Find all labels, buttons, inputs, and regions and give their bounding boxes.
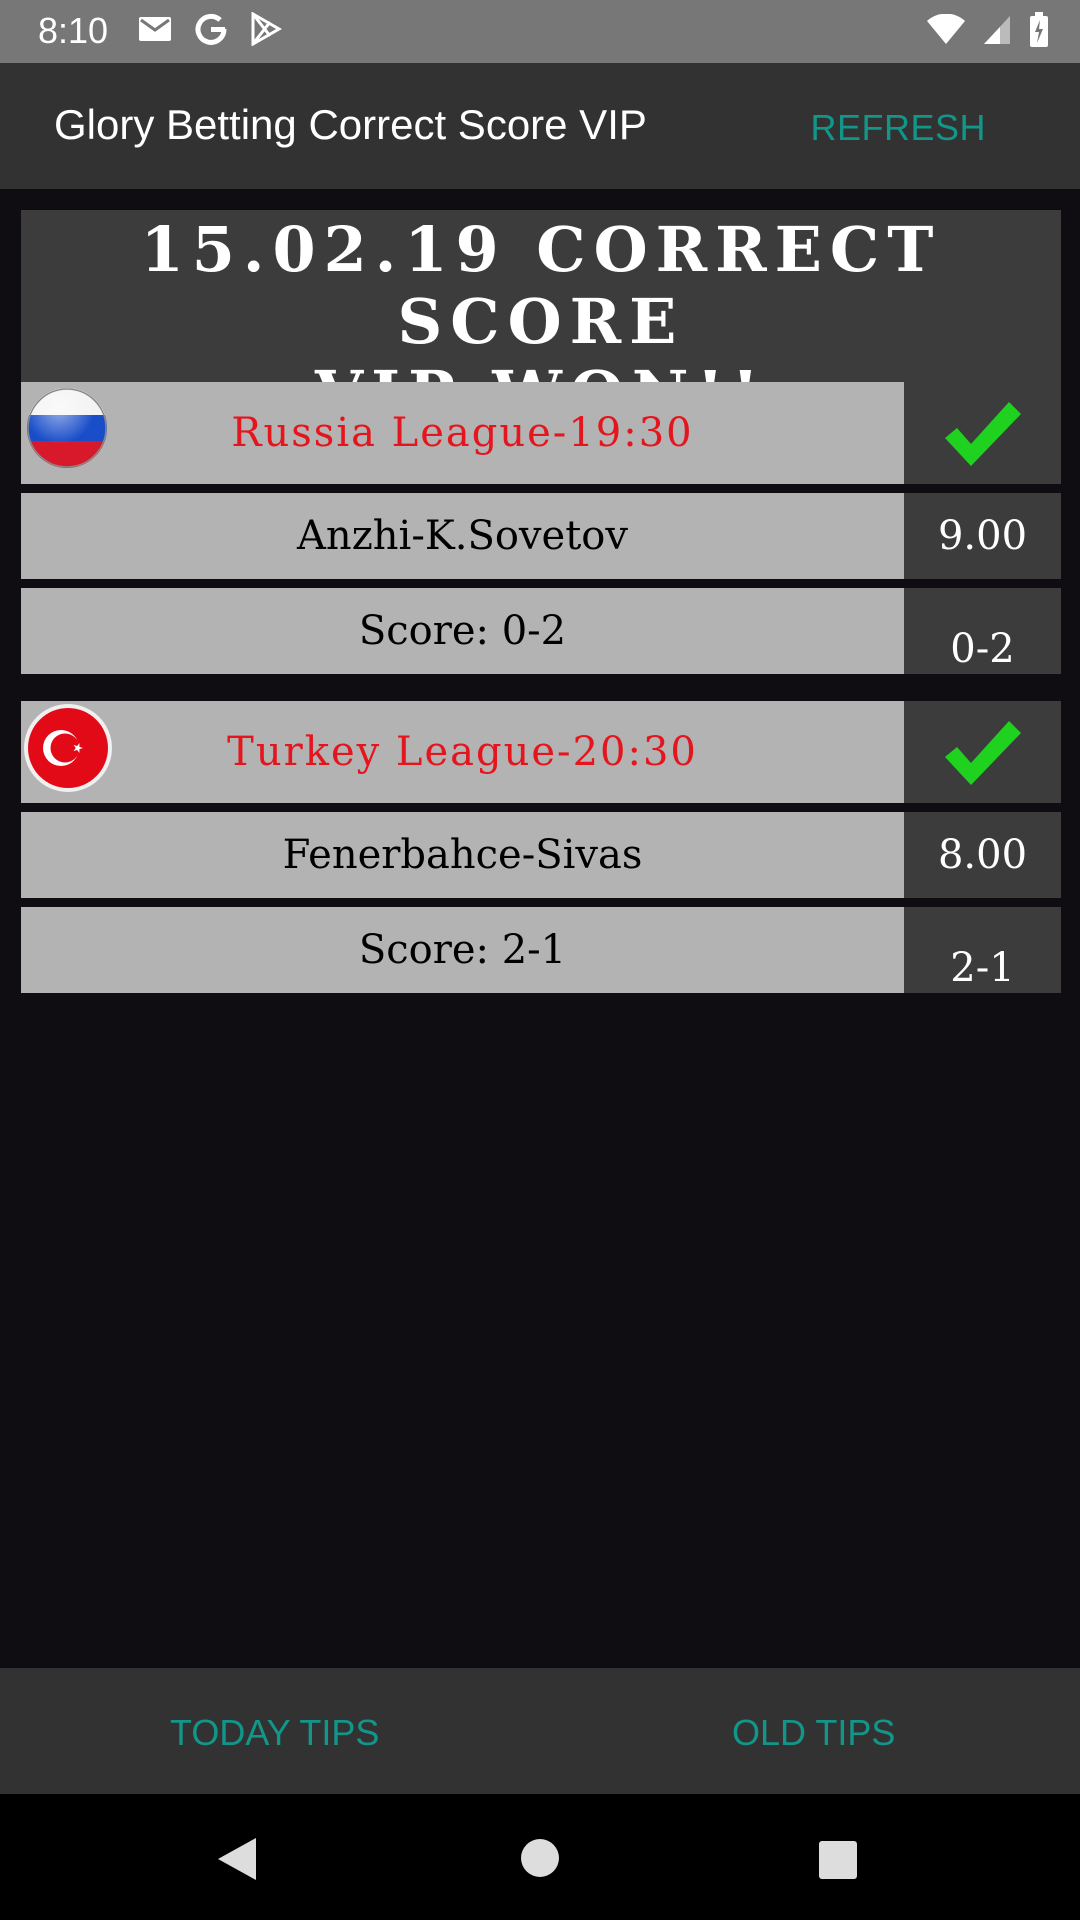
- play-store-icon: [251, 12, 282, 46]
- google-icon: [195, 13, 227, 45]
- checkmark-icon: [944, 402, 1021, 466]
- navigation-bar: [0, 1794, 1080, 1920]
- result-banner: 15.02.19 CORRECT SCORE VIP WON!!: [21, 210, 1061, 430]
- wifi-icon: [927, 14, 965, 44]
- score-cell: Score: 2-1: [21, 907, 904, 993]
- notification-icons: [138, 12, 282, 46]
- status-cell: [904, 701, 1061, 803]
- tab-today-tips[interactable]: TODAY TIPS: [170, 1712, 379, 1754]
- app-title: Glory Betting Correct Score VIP: [54, 101, 647, 148]
- battery-icon: [1030, 12, 1048, 47]
- signal-icon: [984, 16, 1010, 44]
- status-bar: 8:10: [0, 0, 1080, 63]
- league-label: Russia League-19:30: [231, 410, 694, 456]
- recents-icon[interactable]: [818, 1840, 858, 1880]
- result-cell: 0-2: [904, 588, 1061, 674]
- teams-row: Anzhi-K.Sovetov 9.00: [21, 493, 1061, 579]
- score-row: Score: 0-2 0-2: [21, 588, 1061, 674]
- turkey-flag-icon: [23, 703, 113, 793]
- league-row: Turkey League-20:30: [21, 701, 1061, 803]
- status-cell: [904, 382, 1061, 484]
- league-cell: Russia League-19:30: [21, 382, 904, 484]
- gmail-icon: [139, 17, 171, 41]
- back-icon[interactable]: [216, 1836, 258, 1882]
- status-time: 8:10: [38, 10, 109, 51]
- odds-cell: 9.00: [904, 493, 1061, 579]
- score-cell: Score: 0-2: [21, 588, 904, 674]
- russia-flag-icon: [27, 388, 107, 468]
- bottom-tab-bar: TODAY TIPS OLD TIPS: [0, 1668, 1080, 1794]
- teams-row: Fenerbahce-Sivas 8.00: [21, 812, 1061, 898]
- result-cell: 2-1: [904, 907, 1061, 993]
- teams-cell: Fenerbahce-Sivas: [21, 812, 904, 898]
- home-icon[interactable]: [520, 1838, 560, 1878]
- league-cell: Turkey League-20:30: [21, 701, 904, 803]
- banner-line-1: 15.02.19 CORRECT SCORE: [140, 213, 942, 358]
- teams-cell: Anzhi-K.Sovetov: [21, 493, 904, 579]
- league-row: Russia League-19:30: [21, 382, 1061, 484]
- odds-cell: 8.00: [904, 812, 1061, 898]
- tab-old-tips[interactable]: OLD TIPS: [732, 1712, 895, 1754]
- checkmark-icon: [944, 721, 1021, 785]
- system-icons: [926, 12, 1050, 48]
- refresh-button[interactable]: REFRESH: [810, 107, 986, 149]
- tips-list: 15.02.19 CORRECT SCORE VIP WON!!: [21, 210, 1061, 993]
- app-bar: Glory Betting Correct Score VIP REFRESH: [0, 63, 1080, 189]
- league-label: Turkey League-20:30: [227, 729, 698, 775]
- score-row: Score: 2-1 2-1: [21, 907, 1061, 993]
